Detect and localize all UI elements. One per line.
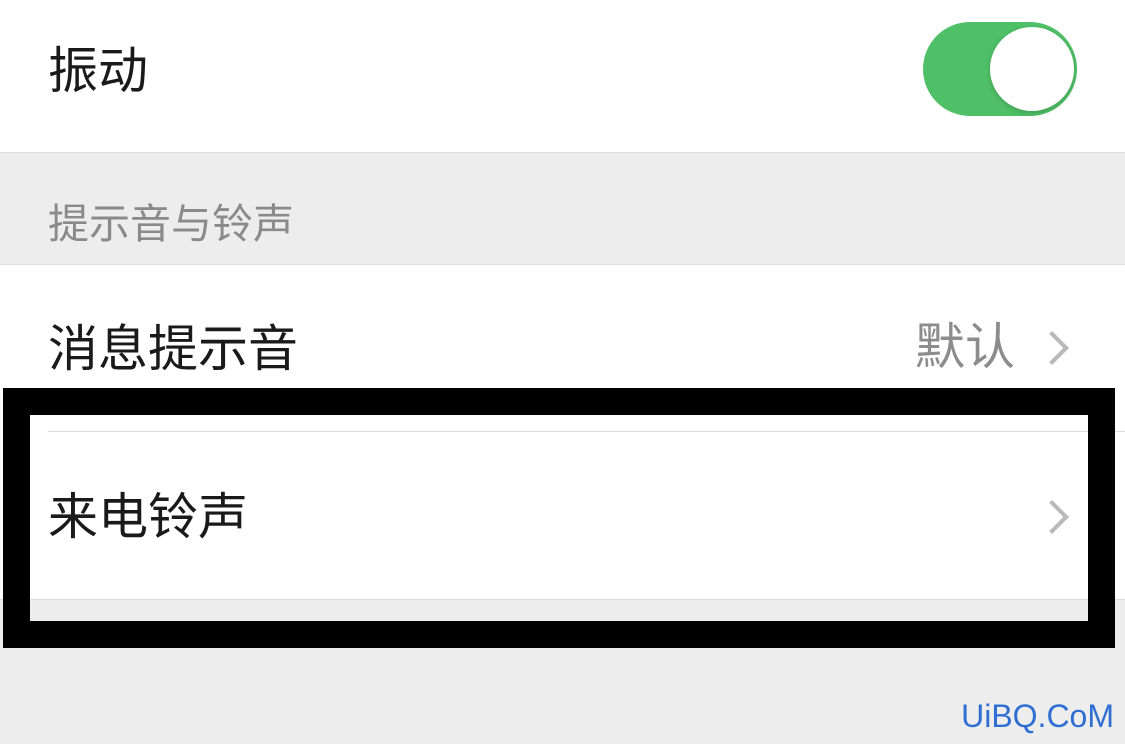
vibration-toggle[interactable] (923, 22, 1077, 116)
ringtone-label: 来电铃声 (48, 488, 248, 546)
vibration-label: 振动 (48, 42, 148, 100)
section-bottom-border (0, 599, 1125, 600)
message-tone-label: 消息提示音 (48, 320, 298, 378)
ringtone-row[interactable]: 来电铃声 (0, 431, 1125, 599)
message-tone-value: 默认 (915, 318, 1015, 376)
row-divider (48, 431, 1125, 432)
vibration-row: 振动 (0, 0, 1125, 152)
watermark-text: UiBQ.CoM (961, 698, 1114, 734)
section-header-sounds: 提示音与铃声 (48, 200, 294, 248)
toggle-knob (990, 27, 1074, 111)
